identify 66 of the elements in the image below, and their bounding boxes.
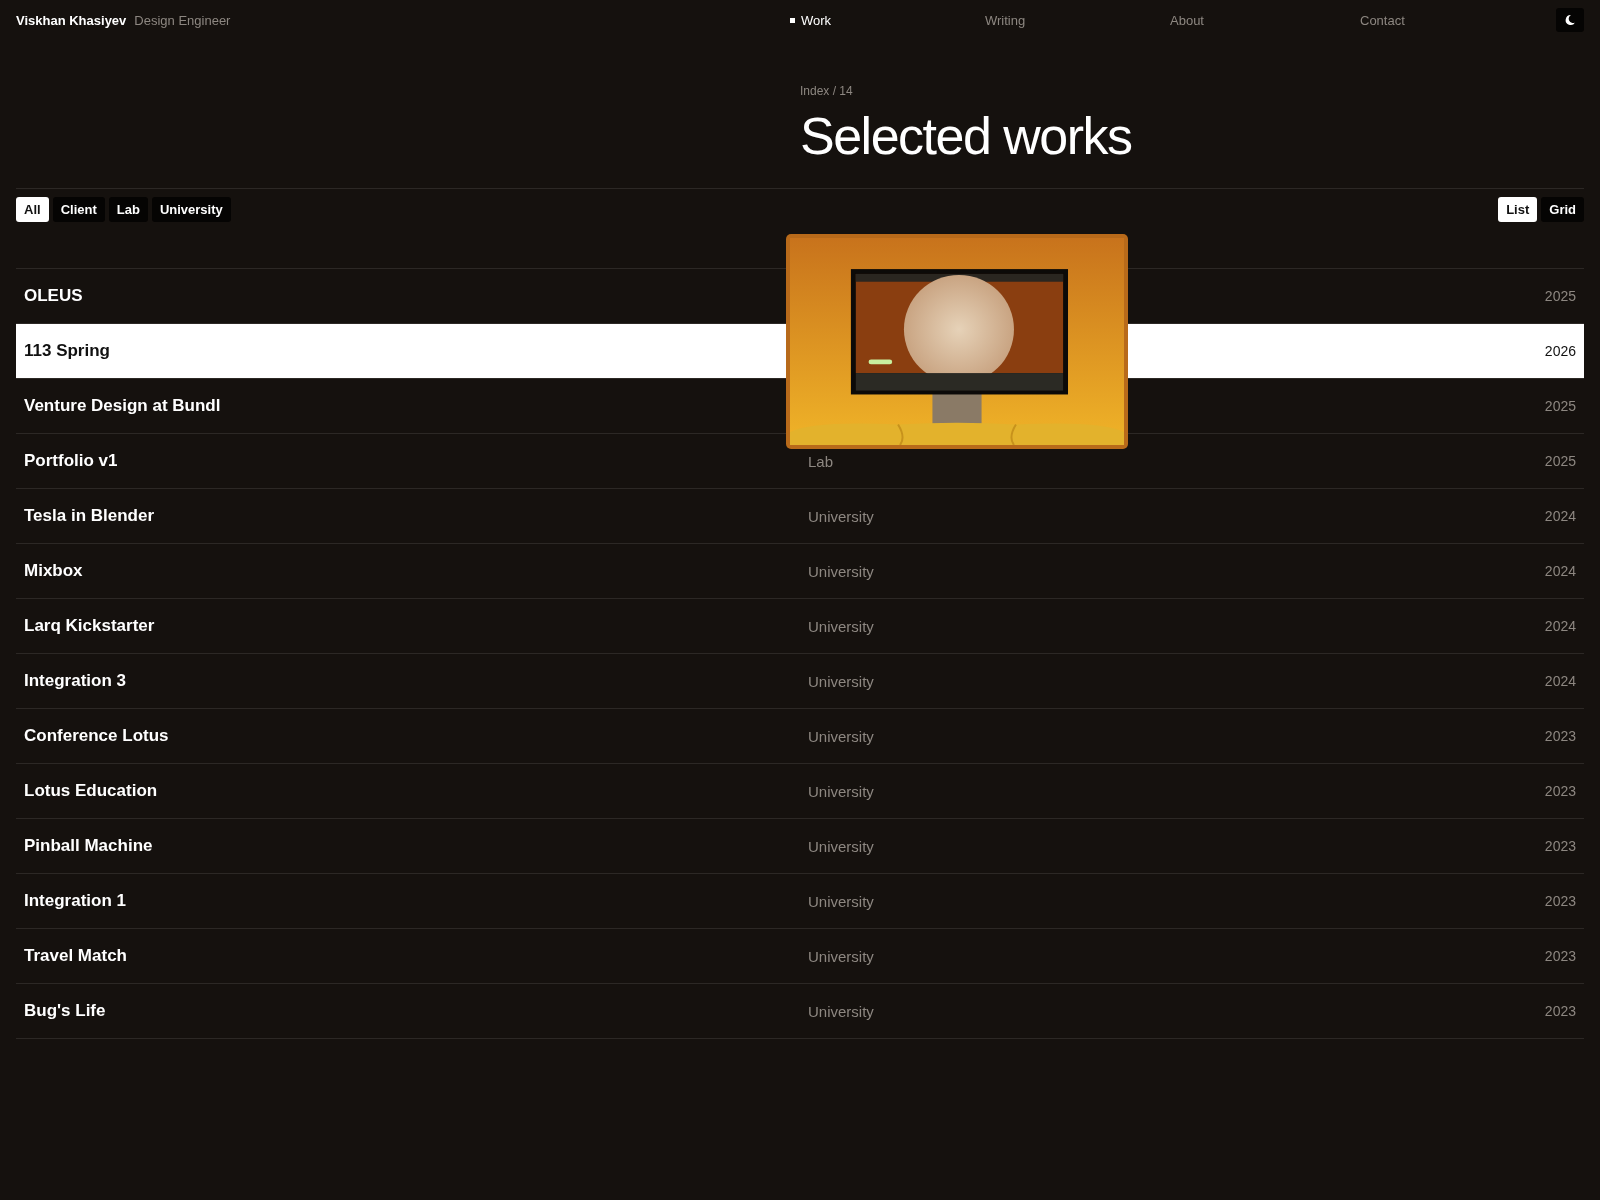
- project-row[interactable]: Integration 1 University 2023: [16, 874, 1584, 929]
- view-toggle-tab[interactable]: Grid: [1541, 197, 1584, 222]
- theme-toggle-button[interactable]: [1556, 8, 1584, 32]
- index-count: Index / 14: [800, 84, 854, 98]
- project-category: University: [807, 507, 875, 525]
- project-year: 2023: [1544, 838, 1576, 854]
- project-name: Venture Design at Bundl: [24, 396, 222, 416]
- project-name: Larq Kickstarter: [24, 616, 156, 636]
- project-category: University: [807, 782, 875, 800]
- project-year: 2026: [1544, 343, 1576, 359]
- project-year: 2023: [1544, 783, 1576, 799]
- project-year: 2023: [1544, 728, 1576, 744]
- project-category: University: [807, 947, 875, 965]
- project-category: University: [807, 892, 875, 910]
- project-name: OLEUS: [24, 286, 84, 306]
- project-category: University: [807, 1002, 875, 1020]
- project-year: 2025: [1544, 288, 1576, 304]
- project-year: 2025: [1544, 453, 1576, 469]
- project-category: Lab: [807, 452, 835, 470]
- project-category: University: [807, 837, 875, 855]
- site-owner-role: Design Engineer: [134, 12, 231, 28]
- project-row[interactable]: Tesla in Blender University 2024: [16, 489, 1584, 544]
- nav-link[interactable]: Work: [801, 12, 832, 28]
- project-name: Tesla in Blender: [24, 506, 156, 526]
- project-year: 2024: [1544, 673, 1576, 689]
- filter-tab[interactable]: Client: [52, 197, 105, 222]
- filter-tab[interactable]: All: [16, 197, 49, 222]
- project-row[interactable]: Lotus Education University 2023: [16, 764, 1584, 819]
- view-toggle-tab[interactable]: List: [1498, 197, 1538, 222]
- project-name: Portfolio v1: [24, 451, 119, 471]
- project-name: Integration 3: [24, 671, 127, 691]
- project-year: 2024: [1544, 618, 1576, 634]
- project-year: 2025: [1544, 398, 1576, 414]
- project-row[interactable]: Pinball Machine University 2023: [16, 819, 1584, 874]
- project-year: 2023: [1544, 948, 1576, 964]
- project-row[interactable]: Conference Lotus University 2023: [16, 709, 1584, 764]
- project-name: Travel Match: [24, 946, 128, 966]
- project-name: Conference Lotus: [24, 726, 170, 746]
- project-category: University: [807, 562, 875, 580]
- filter-tab[interactable]: University: [151, 197, 231, 222]
- project-year: 2023: [1544, 1003, 1576, 1019]
- project-row[interactable]: Mixbox University 2024: [16, 544, 1584, 599]
- project-year: 2024: [1544, 508, 1576, 524]
- project-year: 2023: [1544, 893, 1576, 909]
- project-name: Mixbox: [24, 561, 84, 581]
- project-category: University: [807, 727, 875, 745]
- page-title: Selected works: [800, 106, 1132, 166]
- nav-link[interactable]: Contact: [1360, 12, 1405, 28]
- project-year: 2024: [1544, 563, 1576, 579]
- moon-icon: [1564, 14, 1576, 26]
- project-name: Lotus Education: [24, 781, 159, 801]
- nav-link[interactable]: Writing: [985, 12, 1026, 28]
- project-name: Pinball Machine: [24, 836, 154, 856]
- nav-link[interactable]: About: [1170, 12, 1204, 28]
- project-name: 113 Spring: [24, 341, 111, 361]
- project-row[interactable]: Integration 3 University 2024: [16, 654, 1584, 709]
- active-indicator-icon: [790, 17, 795, 23]
- project-category: University: [807, 617, 875, 635]
- project-name: Integration 1: [24, 891, 127, 911]
- project-name: Bug's Life: [24, 1001, 107, 1021]
- filter-tab[interactable]: Lab: [108, 197, 148, 222]
- project-row[interactable]: Travel Match University 2023: [16, 929, 1584, 984]
- project-row[interactable]: Bug's Life University 2023: [16, 984, 1584, 1039]
- project-category: University: [807, 672, 875, 690]
- project-row[interactable]: Larq Kickstarter University 2024: [16, 599, 1584, 654]
- site-owner-name[interactable]: Viskhan Khasiyev: [16, 12, 127, 28]
